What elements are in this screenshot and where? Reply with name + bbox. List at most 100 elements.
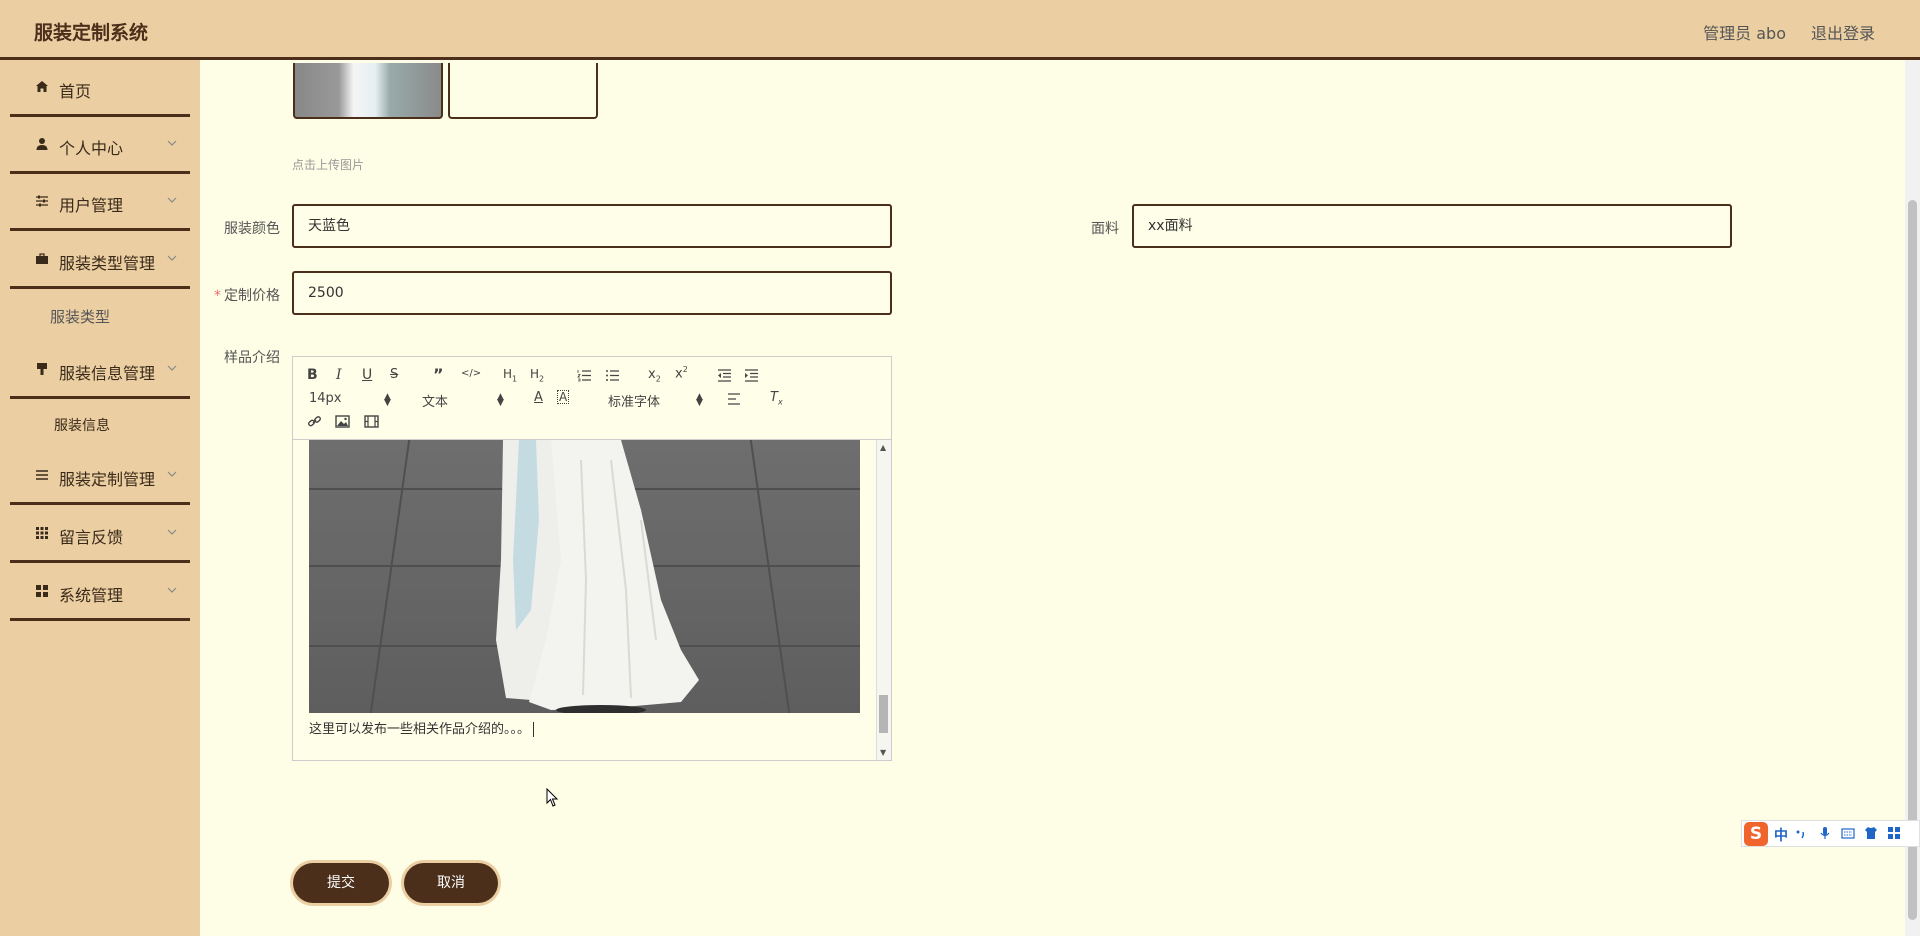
align-icon[interactable] (727, 393, 741, 405)
sidebar-item-personal-center[interactable]: 个人中心 (10, 119, 190, 174)
font-size-value: 14px (309, 391, 342, 406)
editor-scrollbar[interactable]: ▲ ▼ (876, 440, 891, 760)
font-family-value: 标准字体 (608, 395, 661, 410)
editor-toolbar: B I U S ” </> H1 H2 x2 x2 14px ▲ ▼ 文本 ▲ ▼ … (293, 357, 891, 440)
sidebar: 首页 个人中心 用户管理 服装类型管理 服装类型 服装信息管理 服装信息 服装定… (0, 60, 200, 936)
cancel-button[interactable]: 取消 (404, 863, 498, 903)
punctuation-icon[interactable] (1794, 826, 1808, 840)
bullet-list-icon[interactable] (605, 369, 620, 382)
scroll-down-icon[interactable]: ▼ (880, 748, 886, 757)
image-icon[interactable] (335, 415, 350, 428)
chevron-down-icon (167, 365, 177, 371)
grid-icon (36, 527, 48, 539)
current-user: 管理员 abo (1703, 24, 1786, 43)
rich-text-editor: B I U S ” </> H1 H2 x2 x2 14px ▲ ▼ 文本 ▲ ▼ … (292, 356, 892, 761)
font-color-icon[interactable]: A (534, 390, 543, 405)
home-icon (36, 81, 48, 92)
sliders-icon (36, 195, 48, 207)
mouse-cursor-icon (546, 788, 559, 807)
ordered-list-icon[interactable] (577, 369, 592, 382)
required-mark: * (214, 288, 221, 304)
sidebar-item-home[interactable]: 首页 (10, 62, 190, 117)
page-scroll-thumb[interactable] (1908, 200, 1917, 920)
submit-button[interactable]: 提交 (293, 863, 389, 903)
fabric-label: 面料 (1091, 221, 1119, 237)
chevron-down-icon (167, 471, 177, 477)
sidebar-item-clothing-info-management[interactable]: 服装信息管理 (10, 344, 190, 399)
dress-illustration (496, 440, 699, 713)
sidebar-item-feedback[interactable]: 留言反馈 (10, 508, 190, 563)
sidebar-item-label: 用户管理 (59, 196, 124, 215)
header2-icon[interactable]: H2 (530, 367, 544, 383)
apps-icon (36, 585, 48, 597)
sidebar-item-label: 个人中心 (59, 139, 124, 158)
app-title: 服装定制系统 (34, 22, 149, 44)
chevron-down-icon (167, 197, 177, 203)
select-arrows-icon: ▲ ▼ (384, 392, 391, 408)
color-label: 服装颜色 (224, 221, 280, 237)
keyboard-icon[interactable] (1841, 826, 1855, 840)
main-content: 点击上传图片 服装颜色 天蓝色 面料 xx面料 * 定制价格 2500 样品介绍 … (200, 63, 1905, 936)
outdent-icon[interactable] (717, 369, 732, 382)
clear-format-icon[interactable]: Tx (770, 390, 783, 407)
header1-icon[interactable]: H1 (503, 367, 517, 383)
microphone-icon[interactable] (1818, 826, 1832, 840)
skin-icon[interactable] (1864, 826, 1878, 840)
uploaded-image-thumbnail[interactable] (293, 63, 443, 119)
briefcase-icon (36, 253, 48, 264)
select-arrows-icon: ▲ ▼ (497, 392, 504, 408)
link-icon[interactable] (307, 415, 322, 428)
header-select[interactable]: 文本 ▲ ▼ (422, 391, 504, 411)
price-label: 定制价格 (224, 288, 280, 304)
underline-icon[interactable]: U (362, 367, 372, 383)
sidebar-item-label: 首页 (59, 82, 92, 101)
ime-logo-icon[interactable]: S (1744, 822, 1768, 846)
header-select-value: 文本 (422, 395, 449, 410)
bold-icon[interactable]: B (307, 367, 318, 383)
color-field[interactable]: 天蓝色 (292, 204, 892, 248)
chevron-down-icon (167, 255, 177, 261)
sidebar-item-label: 服装类型管理 (59, 254, 156, 273)
font-family-select[interactable]: 标准字体 ▲ ▼ (608, 391, 703, 411)
upload-tip: 点击上传图片 (292, 158, 365, 172)
sidebar-item-label: 留言反馈 (59, 528, 124, 547)
indent-icon[interactable] (744, 369, 759, 382)
editor-content-text: 这里可以发布一些相关作品介绍的。。。 (309, 718, 535, 737)
fabric-field[interactable]: xx面料 (1132, 204, 1732, 248)
subscript-icon[interactable]: x2 (648, 367, 661, 384)
text-caret (533, 722, 535, 737)
select-arrows-icon: ▲ ▼ (696, 392, 703, 408)
sidebar-subitem-clothing-info[interactable]: 服装信息 (10, 401, 190, 451)
blockquote-icon[interactable]: ” (433, 365, 444, 384)
logout-link[interactable]: 退出登录 (1811, 20, 1875, 44)
font-size-select[interactable]: 14px ▲ ▼ (309, 391, 391, 408)
ime-toolbar[interactable]: S 中 (1741, 820, 1920, 847)
page-scrollbar[interactable] (1905, 60, 1920, 936)
toolbox-icon[interactable] (1887, 826, 1901, 840)
video-icon[interactable] (364, 415, 379, 428)
sidebar-item-customization-management[interactable]: 服装定制管理 (10, 450, 190, 505)
sidebar-subitem-clothing-type[interactable]: 服装类型 (10, 292, 190, 342)
editor-scroll-thumb[interactable] (879, 695, 888, 733)
intro-label: 样品介绍 (224, 350, 280, 366)
chevron-down-icon (167, 587, 177, 593)
ime-language-toggle[interactable]: 中 (1774, 825, 1788, 845)
editor-text: 这里可以发布一些相关作品介绍的。。。 (309, 722, 531, 737)
background-color-icon[interactable]: A (557, 390, 570, 404)
price-field[interactable]: 2500 (292, 271, 892, 315)
sidebar-item-clothing-type-management[interactable]: 服装类型管理 (10, 234, 190, 289)
editor-content[interactable]: 这里可以发布一些相关作品介绍的。。。 ▲ ▼ (293, 440, 891, 760)
strike-icon[interactable]: S (390, 367, 398, 382)
sidebar-item-system-management[interactable]: 系统管理 (10, 566, 190, 621)
chevron-down-icon (167, 140, 177, 146)
sidebar-subitem-label: 服装类型 (50, 308, 111, 326)
top-header: 服装定制系统 管理员 abo 退出登录 (0, 0, 1920, 60)
superscript-icon[interactable]: x2 (675, 365, 688, 381)
italic-icon[interactable]: I (336, 367, 342, 383)
scroll-up-icon[interactable]: ▲ (880, 443, 886, 452)
list-icon (36, 470, 48, 480)
sidebar-item-label: 系统管理 (59, 586, 124, 605)
sidebar-item-user-management[interactable]: 用户管理 (10, 176, 190, 231)
upload-image-slot[interactable] (448, 63, 598, 119)
code-block-icon[interactable]: </> (461, 368, 481, 379)
